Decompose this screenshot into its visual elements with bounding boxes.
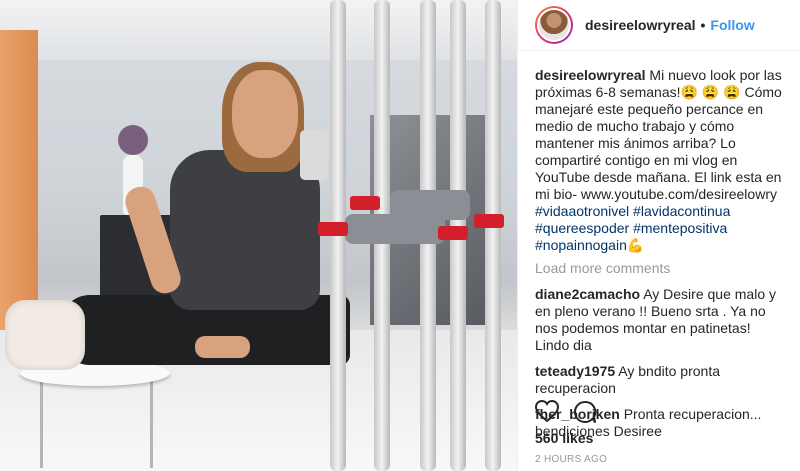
photo-red-clamp xyxy=(438,226,468,240)
heart-icon[interactable] xyxy=(534,399,560,429)
post-actions xyxy=(534,399,597,429)
caption: desireelowryreal Mi nuevo look por las p… xyxy=(535,67,786,254)
follow-button[interactable]: Follow xyxy=(710,17,754,33)
post-sidebar: desireelowryreal • Follow desireelowryre… xyxy=(517,0,800,471)
comment: diane2camacho Ay Desire que malo y en pl… xyxy=(535,286,786,354)
likes-count[interactable]: 560 likes xyxy=(535,430,593,446)
avatar-image xyxy=(537,8,571,42)
photo-ceiling xyxy=(0,0,517,60)
caption-text: Mi nuevo look por las próximas 6-8 seman… xyxy=(535,67,782,202)
photo-red-clamp xyxy=(318,222,348,236)
photo-bare-foot xyxy=(195,336,250,358)
comment-username[interactable]: teteady1975 xyxy=(535,363,615,379)
photo-stool-leg xyxy=(150,378,153,468)
caption-username[interactable]: desireelowryreal xyxy=(535,67,646,83)
photo-foot-cast xyxy=(5,300,85,370)
photo-crutch-grip xyxy=(390,190,470,220)
photo-orange-wall xyxy=(0,30,38,330)
photo-stool-leg xyxy=(40,378,43,468)
comments-section: desireelowryreal Mi nuevo look por las p… xyxy=(518,51,800,440)
comment-username[interactable]: diane2camacho xyxy=(535,286,640,302)
photo-red-clamp xyxy=(350,196,380,210)
photo-crutch xyxy=(485,0,501,471)
post-header: desireelowryreal • Follow xyxy=(518,0,800,51)
photo-person-face xyxy=(232,70,298,158)
post-timestamp[interactable]: 2 HOURS AGO xyxy=(535,454,607,465)
header-username[interactable]: desireelowryreal xyxy=(585,17,696,33)
photo-person-torso xyxy=(170,150,320,310)
instagram-post: desireelowryreal • Follow desireelowryre… xyxy=(0,0,800,471)
comment: teteady1975 Ay bndito pronta recuperacio… xyxy=(535,363,786,397)
photo-red-clamp xyxy=(474,214,504,228)
avatar[interactable] xyxy=(535,6,573,44)
caption-hashtags[interactable]: #vidaaotronivel #lavidacontinua #querees… xyxy=(535,203,730,253)
comment-icon[interactable] xyxy=(573,400,597,429)
photo-flower xyxy=(118,125,148,155)
post-photo[interactable] xyxy=(0,0,517,471)
separator-dot: • xyxy=(700,17,706,33)
load-more-comments-link[interactable]: Load more comments xyxy=(535,260,786,277)
photo-phone xyxy=(300,130,328,180)
